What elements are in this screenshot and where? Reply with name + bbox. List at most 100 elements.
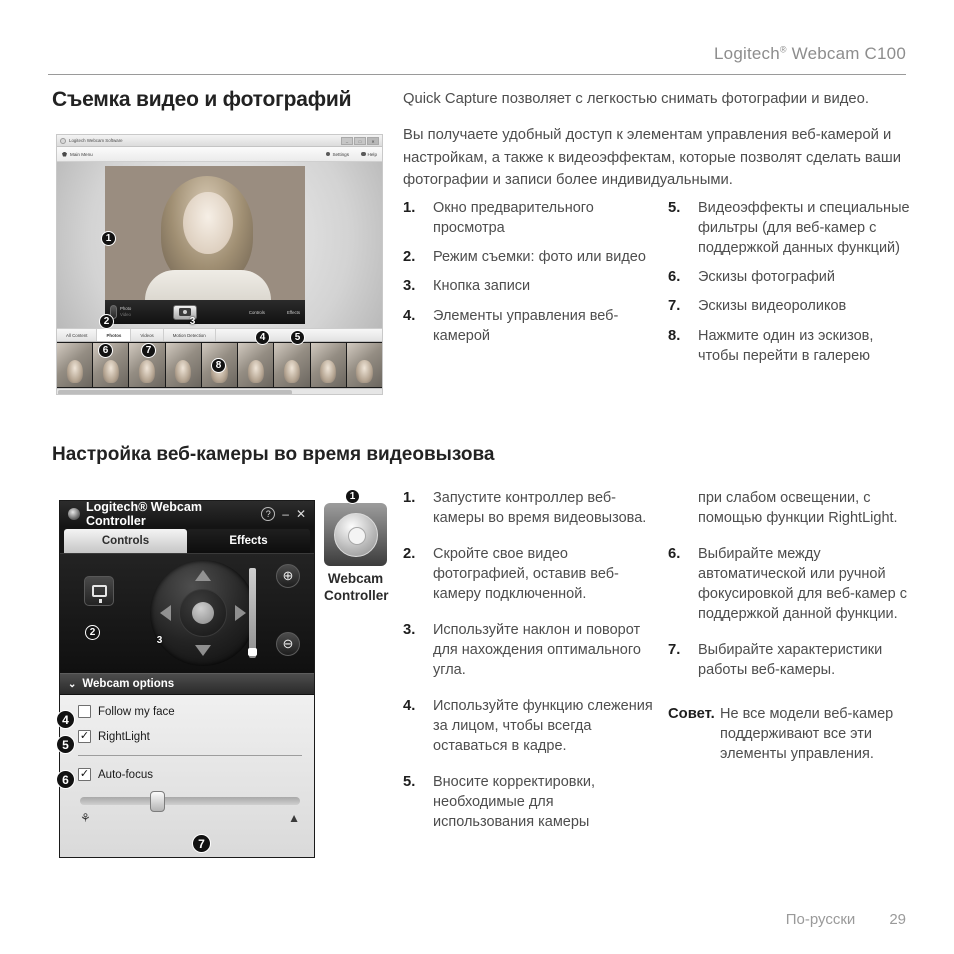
checkbox-rightlight[interactable]: ✓ (78, 730, 91, 743)
focus-slider[interactable] (80, 791, 300, 812)
subject-face (183, 192, 233, 254)
option-label: RightLight (98, 730, 150, 743)
thumbnail[interactable] (310, 343, 346, 387)
zoom-slider[interactable] (248, 568, 257, 658)
focus-range-icons: ⚘ ▲ (78, 811, 302, 825)
list-text: Используйте наклон и поворот для нахожде… (433, 622, 641, 678)
list-item: 4. Элементы управления веб-камерой (403, 306, 648, 346)
dpad-glyph-icon (333, 512, 378, 557)
list-number: 4. (403, 698, 416, 714)
checkbox-auto-focus[interactable]: ✓ (78, 768, 91, 781)
thumbnail[interactable] (57, 343, 93, 387)
webcam-options-label: Webcam options (82, 678, 175, 690)
zoom-in-button[interactable]: ⊕ (276, 564, 300, 588)
pan-right-icon[interactable] (235, 605, 246, 621)
list-text: Эскизы фотографий (698, 269, 835, 285)
pan-tilt-dpad[interactable] (150, 560, 256, 666)
list-item: 6. Выбирайте между автоматической или ру… (668, 544, 920, 624)
list-text: при слабом освещении, с помощью функции … (698, 490, 898, 526)
qc-gallery-tabs: All Content Photos Videos Motion Detecti… (57, 328, 382, 342)
maximize-icon[interactable]: □ (354, 136, 366, 145)
product-name: Webcam C100 (786, 44, 906, 63)
list-text: Кнопка записи (433, 278, 531, 295)
wc-tab-controls[interactable]: Controls (64, 529, 187, 553)
list-number: 3. (403, 622, 416, 638)
callout-badge-4: 4 (255, 330, 270, 345)
qc-tab-all-content[interactable]: All Content (57, 329, 98, 341)
landscape-mountain-icon: ▲ (288, 811, 300, 825)
wc-callout-badge-7: 7 (192, 834, 211, 853)
list-number: 5. (668, 200, 681, 216)
section1-title: Съемка видео и фотографий (52, 88, 352, 111)
qc-menu-right: Settings Help (325, 151, 377, 157)
wc-callout-badge-5: 5 (56, 735, 75, 754)
scrollbar-thumb[interactable] (58, 390, 292, 394)
list-number: 7. (668, 642, 681, 658)
qc-main-menu-label[interactable]: Main Menu (70, 152, 93, 157)
callout-badge-2: 2 (99, 314, 114, 329)
thumbnail[interactable] (346, 343, 382, 387)
webcam-controller-desktop-icon[interactable]: Webcam Controller (324, 503, 389, 605)
qc-help-label: Help (367, 151, 377, 157)
caption-line-2: Controller (324, 587, 389, 603)
chevron-down-icon: ⌄ (68, 678, 77, 690)
help-icon[interactable]: ? (261, 507, 276, 521)
qc-settings-item[interactable]: Settings (325, 151, 350, 157)
qc-help-item[interactable]: Help (361, 152, 377, 157)
footer-page-number: 29 (889, 911, 906, 928)
dpad-center-button[interactable] (179, 589, 227, 637)
thumbnail[interactable] (165, 343, 201, 387)
list-text: Режим съемки: фото или видео (433, 249, 646, 265)
tip-text: Не все модели веб-камер поддерживают все… (720, 706, 894, 762)
pan-up-icon[interactable] (195, 570, 211, 581)
option-follow-my-face[interactable]: Follow my face (78, 705, 302, 718)
wc-window-title: Logitech® Webcam Controller (86, 500, 202, 528)
focus-slider-handle[interactable] (150, 791, 166, 812)
thumbnail[interactable] (274, 343, 310, 387)
close-icon[interactable]: ✕ (367, 136, 379, 145)
list-text: Вносите корректировки, необходимые для и… (433, 774, 595, 830)
section2-list-right: при слабом освещении, с помощью функции … (668, 488, 920, 773)
list-number: 2. (403, 249, 416, 265)
section2-title: Настройка веб-камеры во время видеовызов… (52, 444, 495, 465)
pan-down-icon[interactable] (195, 645, 211, 656)
app-icon (60, 137, 66, 144)
wc-callout-badge-4: 4 (56, 710, 75, 729)
option-auto-focus[interactable]: ✓ Auto-focus (78, 768, 302, 781)
logitech-logo-icon (68, 508, 80, 520)
qc-effects-button[interactable]: Effects (287, 310, 300, 315)
checkbox-follow-my-face[interactable] (78, 705, 91, 718)
footer-language: По-русски (785, 911, 856, 928)
option-rightlight[interactable]: ✓ RightLight (78, 730, 302, 743)
controller-icon-tile[interactable] (324, 503, 387, 566)
zoom-slider-handle[interactable] (248, 648, 257, 656)
qc-horizontal-scrollbar[interactable] (57, 388, 382, 394)
tip-item: Совет. Не все модели веб-камер поддержив… (668, 704, 920, 764)
wc-tab-bar: Controls Effects (60, 527, 314, 553)
zoom-out-button[interactable]: ⊖ (276, 632, 300, 656)
registered-mark: ® (779, 44, 787, 55)
qc-tab-motion-detection[interactable]: Motion Detection (164, 329, 216, 341)
minimize-icon[interactable]: – (341, 136, 353, 145)
list-number: 8. (668, 327, 681, 344)
mode-labels: Photo Video (120, 306, 131, 318)
hide-video-button[interactable] (84, 576, 114, 606)
minimize-icon[interactable]: – (282, 507, 289, 521)
macro-flower-icon: ⚘ (80, 811, 91, 825)
wc-tab-effects[interactable]: Effects (187, 529, 310, 553)
qc-tab-photos[interactable]: Photos (97, 329, 132, 341)
list-item: 2. Режим съемки: фото или видео (403, 247, 648, 267)
webcam-options-header[interactable]: ⌄ Webcam options (60, 673, 314, 695)
qc-controls-button[interactable]: Controls (249, 310, 265, 315)
section1-list-right: 5. Видеоэффекты и специальные фильтры (д… (668, 198, 918, 375)
qc-settings-label: Settings (332, 151, 350, 157)
pan-left-icon[interactable] (160, 605, 171, 621)
close-icon[interactable]: ✕ (296, 507, 306, 521)
list-text: Скройте свое видео фотографией, оставив … (433, 546, 619, 602)
qc-mode-switch[interactable]: Photo Video (110, 305, 131, 319)
thumbnail[interactable] (238, 343, 274, 387)
home-icon (62, 151, 67, 157)
qc-tab-videos[interactable]: Videos (131, 329, 164, 341)
wc-callout-badge-3: 3 (156, 635, 163, 646)
list-number: 6. (668, 269, 681, 285)
